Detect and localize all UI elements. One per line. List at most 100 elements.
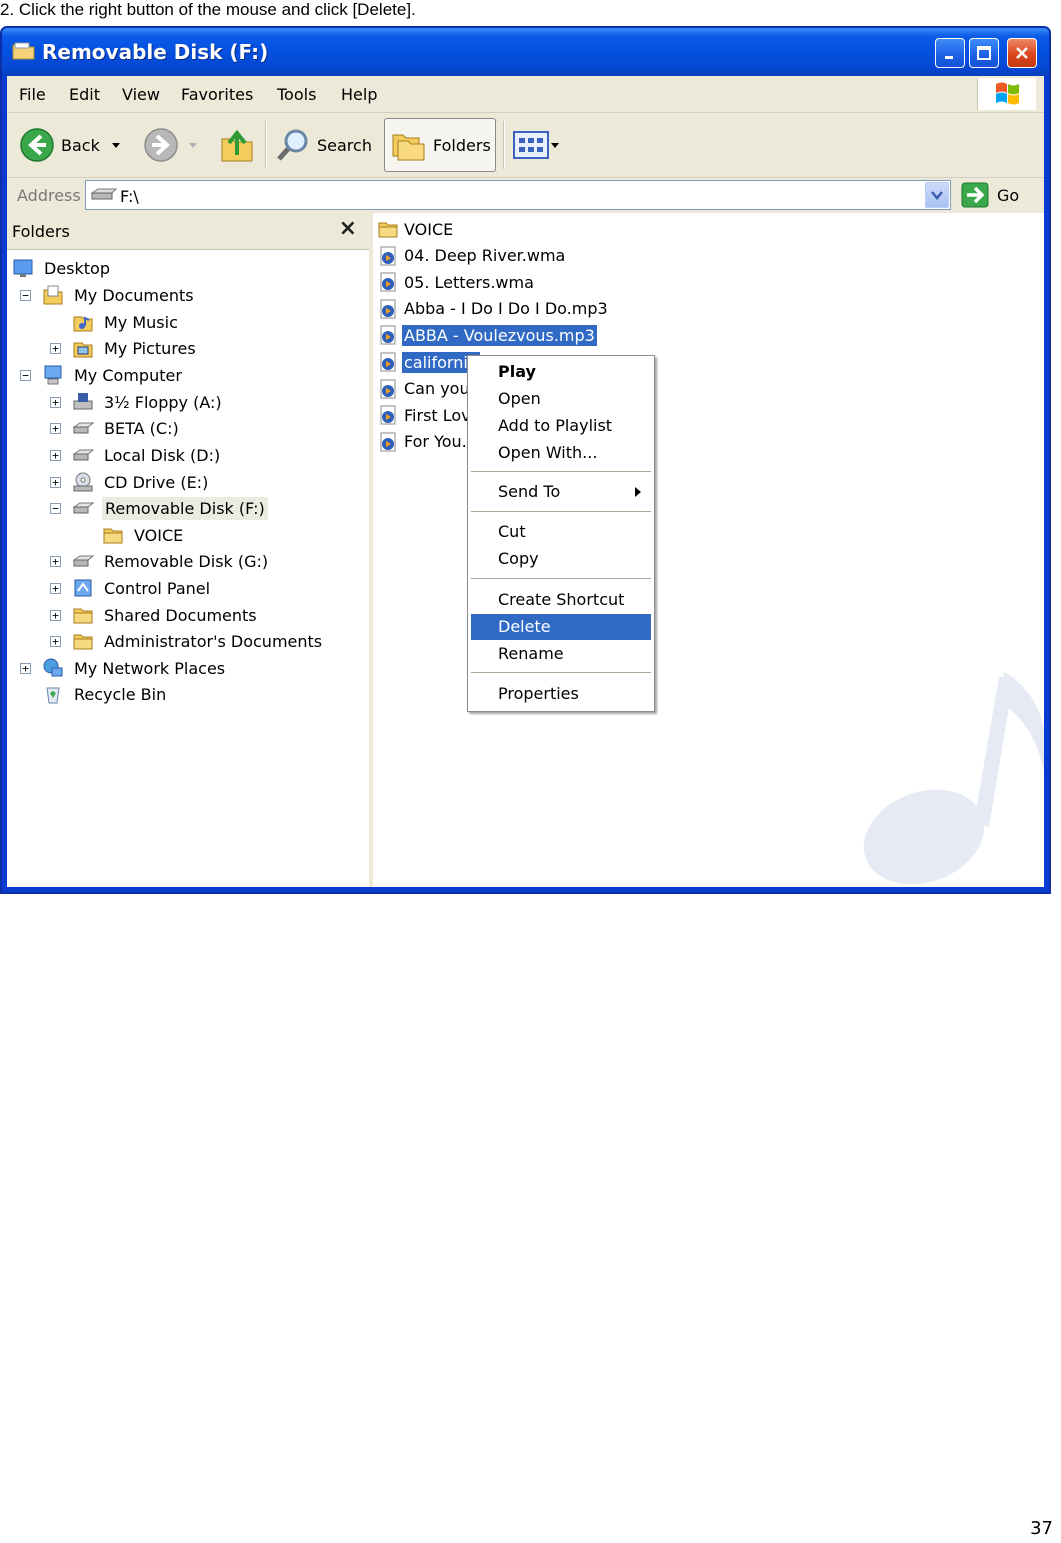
my-documents-icon bbox=[43, 285, 63, 305]
search-label: Search bbox=[317, 135, 372, 155]
go-label: Go bbox=[997, 185, 1020, 205]
expand-icon[interactable]: + bbox=[50, 450, 61, 461]
collapse-icon[interactable]: − bbox=[50, 503, 61, 514]
folder-tree-label: 3½ Floppy (A:) bbox=[104, 392, 222, 412]
file-list-item[interactable]: VOICE bbox=[377, 217, 455, 241]
expand-icon[interactable]: + bbox=[50, 636, 61, 647]
folder-icon bbox=[103, 528, 123, 544]
folder-tree-item[interactable]: Removable Disk (F:) bbox=[72, 495, 268, 521]
collapse-icon[interactable]: − bbox=[20, 290, 31, 301]
folder-tree-item[interactable]: My Documents bbox=[42, 282, 196, 308]
menu-item-open[interactable]: Open bbox=[471, 386, 651, 412]
menu-file[interactable]: File bbox=[19, 85, 46, 104]
folder-tree-item[interactable]: My Music bbox=[72, 309, 180, 335]
media-file-icon bbox=[380, 299, 396, 319]
media-file-icon bbox=[380, 432, 396, 452]
address-label: Address bbox=[17, 186, 81, 205]
folder-tree-item[interactable]: VOICE bbox=[102, 522, 185, 548]
menu-item-copy[interactable]: Copy bbox=[471, 546, 651, 572]
folder-tree-item[interactable]: BETA (C:) bbox=[72, 415, 181, 441]
expand-icon[interactable]: + bbox=[50, 397, 61, 408]
expand-icon[interactable]: + bbox=[50, 556, 61, 567]
menu-bar: File Edit View Favorites Tools Help bbox=[7, 76, 1044, 113]
page-number: 37 bbox=[1030, 1518, 1053, 1539]
file-list-item[interactable]: Can you bbox=[377, 377, 472, 401]
go-button[interactable]: Go bbox=[961, 182, 1019, 208]
folder-tree-item[interactable]: Control Panel bbox=[72, 575, 212, 601]
menu-item-send-to[interactable]: Send To bbox=[471, 479, 651, 505]
address-dropdown[interactable] bbox=[925, 182, 949, 208]
file-list-item[interactable]: Abba - I Do I Do I Do.mp3 bbox=[377, 297, 610, 321]
folder-tree-item[interactable]: My Computer bbox=[42, 362, 184, 388]
folder-tree-item[interactable]: Removable Disk (G:) bbox=[72, 548, 270, 574]
title-bar[interactable]: Removable Disk (F:) bbox=[2, 28, 1049, 76]
views-button[interactable] bbox=[513, 131, 561, 159]
forward-button[interactable] bbox=[143, 127, 201, 163]
menu-item-rename[interactable]: Rename bbox=[471, 641, 651, 667]
menu-view[interactable]: View bbox=[122, 85, 160, 104]
close-button[interactable] bbox=[1007, 38, 1037, 68]
folder-tree-label: My Documents bbox=[74, 285, 194, 305]
folders-button[interactable]: Folders bbox=[384, 118, 496, 172]
expand-icon[interactable]: + bbox=[50, 343, 61, 354]
folder-tree-item[interactable]: Local Disk (D:) bbox=[72, 442, 222, 468]
folder-tree-item[interactable]: My Pictures bbox=[72, 335, 198, 361]
dropdown-arrow-icon bbox=[189, 143, 197, 148]
menu-item-delete[interactable]: Delete bbox=[471, 614, 651, 640]
desktop-icon bbox=[13, 259, 33, 277]
expand-icon[interactable]: + bbox=[50, 477, 61, 488]
dropdown-arrow-icon bbox=[551, 143, 559, 148]
folder-tree-item[interactable]: My Network Places bbox=[42, 655, 227, 681]
removable-disk-icon bbox=[90, 188, 118, 200]
menu-item-play[interactable]: Play bbox=[471, 359, 651, 385]
folder-tree-item[interactable]: Shared Documents bbox=[72, 602, 259, 628]
folder-tree-item[interactable]: Administrator's Documents bbox=[72, 628, 324, 654]
submenu-arrow-icon bbox=[635, 487, 641, 497]
folders-pane-header: Folders × bbox=[7, 213, 369, 250]
menu-item-properties[interactable]: Properties bbox=[471, 681, 651, 707]
menu-help[interactable]: Help bbox=[341, 85, 377, 104]
up-folder-button[interactable] bbox=[219, 125, 255, 165]
media-file-icon bbox=[380, 272, 396, 292]
folder-tree-item[interactable]: CD Drive (E:) bbox=[72, 469, 210, 495]
hard-disk-icon bbox=[72, 449, 94, 461]
collapse-icon[interactable]: − bbox=[20, 370, 31, 381]
minimize-button[interactable] bbox=[935, 38, 965, 68]
instruction-text: 2. Click the right button of the mouse a… bbox=[0, 0, 416, 19]
music-folder-icon bbox=[73, 316, 93, 332]
folder-tree-label: Removable Disk (G:) bbox=[104, 551, 269, 571]
maximize-button[interactable] bbox=[969, 38, 999, 68]
folder-tree-item[interactable]: Recycle Bin bbox=[42, 681, 168, 707]
menu-edit[interactable]: Edit bbox=[69, 85, 100, 104]
address-field[interactable]: F:\ bbox=[85, 180, 951, 210]
expand-icon[interactable]: + bbox=[20, 663, 31, 674]
file-list-item[interactable]: 05. Letters.wma bbox=[377, 270, 536, 294]
close-pane-icon[interactable]: × bbox=[339, 216, 357, 241]
dropdown-arrow-icon[interactable] bbox=[110, 140, 124, 150]
file-name: Can you bbox=[404, 379, 470, 399]
menu-item-cut[interactable]: Cut bbox=[471, 519, 651, 545]
address-value: F:\ bbox=[120, 187, 139, 206]
menu-item-add-to-playlist[interactable]: Add to Playlist bbox=[471, 413, 651, 439]
floppy-drive-icon bbox=[73, 393, 93, 410]
back-button[interactable]: Back bbox=[19, 127, 124, 163]
file-list-item[interactable]: california bbox=[377, 350, 480, 374]
expand-icon[interactable]: + bbox=[50, 423, 61, 434]
folder-tree-item[interactable]: Desktop bbox=[12, 255, 112, 281]
expand-icon[interactable]: + bbox=[50, 583, 61, 594]
file-list-item[interactable]: First Lov bbox=[377, 403, 473, 427]
music-note-watermark-icon bbox=[863, 672, 1044, 885]
folder-tree-item[interactable]: 3½ Floppy (A:) bbox=[72, 389, 224, 415]
pictures-folder-icon bbox=[73, 342, 93, 358]
menu-item-create-shortcut[interactable]: Create Shortcut bbox=[471, 587, 651, 613]
menu-tools[interactable]: Tools bbox=[277, 85, 316, 104]
expand-icon[interactable]: + bbox=[50, 610, 61, 621]
menu-item-open-with[interactable]: Open With... bbox=[471, 440, 651, 466]
close-icon bbox=[1016, 47, 1028, 59]
menu-favorites[interactable]: Favorites bbox=[181, 85, 253, 104]
search-button[interactable]: Search bbox=[275, 127, 372, 163]
file-list-item[interactable]: 04. Deep River.wma bbox=[377, 244, 567, 268]
menu-separator bbox=[471, 471, 651, 472]
file-list-item[interactable]: ABBA - Voulezvous.mp3 bbox=[377, 323, 597, 347]
file-list-item[interactable]: For You. bbox=[377, 430, 469, 454]
